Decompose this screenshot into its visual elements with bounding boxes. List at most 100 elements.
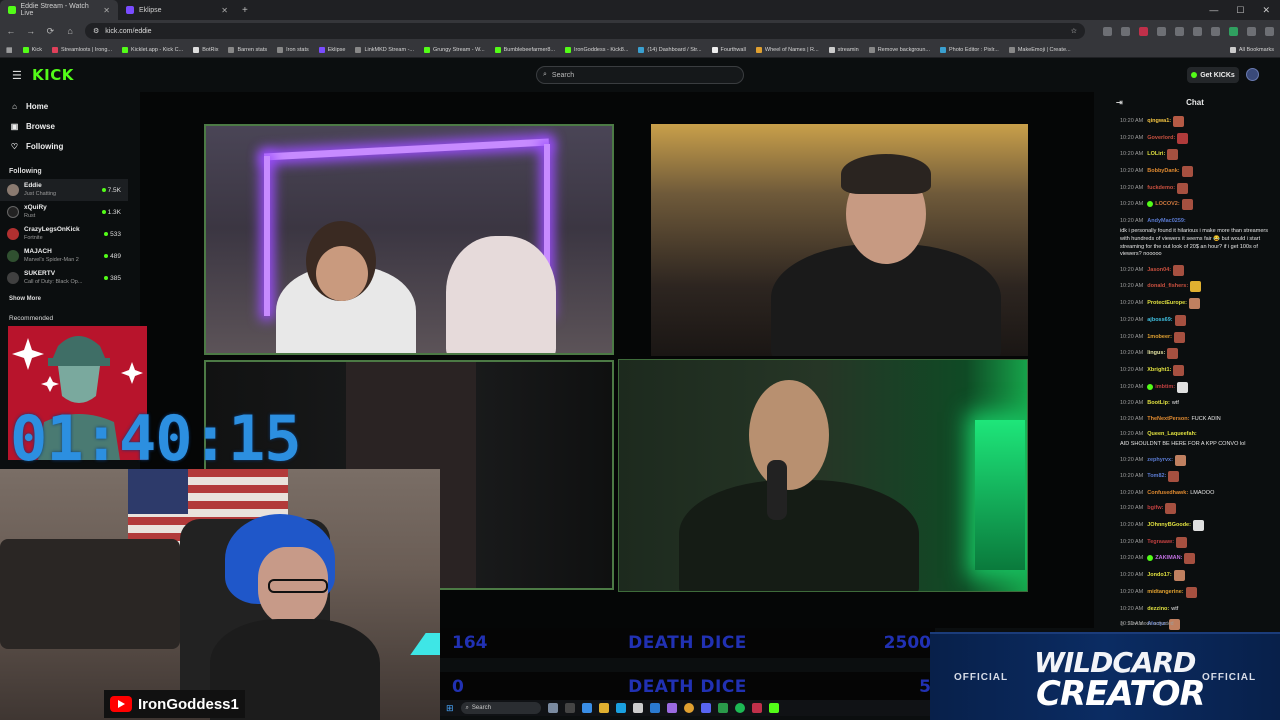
chat-username[interactable]: bgifw: bbox=[1147, 505, 1163, 513]
bookmark-item[interactable]: Wheel of Names | R... bbox=[755, 46, 819, 53]
followed-channel-crazylegs[interactable]: CrazyLegsOnKick Fortnite 533 bbox=[0, 223, 128, 245]
bookmark-item[interactable]: Remove backgroun... bbox=[868, 46, 930, 53]
taskbar-app-icon[interactable] bbox=[581, 703, 592, 713]
windows-start-icon[interactable]: ⊞ bbox=[446, 703, 454, 714]
bookmark-item[interactable]: Kicklet.app - Kick C... bbox=[121, 46, 183, 53]
followed-channel-eddie[interactable]: Eddie Just Chatting 7.5K bbox=[0, 179, 128, 201]
folder-icon[interactable] bbox=[598, 703, 609, 713]
chat-username[interactable]: Jason04: bbox=[1147, 267, 1171, 275]
chat-username[interactable]: JOhnnyBGoode: bbox=[1147, 522, 1191, 530]
new-tab-button[interactable]: + bbox=[236, 5, 254, 16]
get-kicks-button[interactable]: Get KICKs bbox=[1187, 67, 1239, 83]
chat-username[interactable]: BootLip: bbox=[1147, 400, 1170, 408]
apps-icon[interactable]: ▦ bbox=[6, 46, 13, 54]
taskbar-app-icon[interactable] bbox=[666, 703, 677, 713]
taskbar-app-icon[interactable] bbox=[649, 703, 660, 713]
chat-username[interactable]: lingus: bbox=[1147, 350, 1165, 358]
bookmark-item[interactable]: streamin bbox=[828, 46, 859, 53]
chat-username[interactable]: ProtectEurope: bbox=[1147, 300, 1187, 308]
extension-icon[interactable] bbox=[1139, 26, 1148, 36]
followed-channel-majach[interactable]: MAJACH Marvel's Spider-Man 2 489 bbox=[0, 245, 128, 267]
extension-icon[interactable] bbox=[1229, 26, 1238, 36]
chat-username[interactable]: ajboss69: bbox=[1147, 317, 1172, 325]
chat-username[interactable]: donald_fishers: bbox=[1147, 283, 1188, 291]
maximize-icon[interactable]: ☐ bbox=[1236, 5, 1244, 16]
taskbar-app-icon[interactable] bbox=[547, 703, 558, 713]
bookmark-item[interactable]: IronGoddess - Kick8... bbox=[565, 46, 628, 53]
bookmark-item[interactable]: Streamloots | Irong... bbox=[52, 46, 112, 53]
chat-username[interactable]: Xbright1: bbox=[1147, 367, 1171, 375]
chat-username[interactable]: imbtim: bbox=[1155, 384, 1175, 392]
sidebar-item-following[interactable]: ♡ Following bbox=[0, 136, 128, 156]
spotify-icon[interactable] bbox=[734, 703, 745, 713]
extension-icon[interactable] bbox=[1121, 26, 1130, 36]
kick-app-icon[interactable] bbox=[768, 703, 779, 713]
forward-icon[interactable]: → bbox=[26, 26, 36, 36]
tab-close-icon[interactable]: ✕ bbox=[221, 6, 228, 15]
bookmark-item[interactable]: Kick bbox=[22, 46, 42, 53]
search-input[interactable]: ⌕ Search bbox=[536, 66, 744, 84]
bookmark-item[interactable]: BotRix bbox=[193, 46, 218, 53]
xbox-icon[interactable] bbox=[717, 703, 728, 713]
bookmark-item[interactable]: Barren stats bbox=[228, 46, 267, 53]
bookmark-item[interactable]: Eklipse bbox=[318, 46, 345, 53]
bookmark-item[interactable]: MakeEmoji | Create... bbox=[1008, 46, 1071, 53]
all-bookmarks-button[interactable]: All Bookmarks bbox=[1229, 46, 1274, 53]
chat-username[interactable]: zephyrvx: bbox=[1147, 457, 1173, 465]
chat-username[interactable]: dezzino: bbox=[1147, 606, 1169, 614]
tab-eddie-stream[interactable]: Eddie Stream - Watch Live ✕ bbox=[0, 0, 118, 20]
extension-icon[interactable] bbox=[1211, 26, 1220, 36]
extension-icon[interactable] bbox=[1265, 26, 1274, 36]
bookmark-item[interactable]: Grungy Stream - W... bbox=[423, 46, 485, 53]
bookmark-item[interactable]: Iron stats bbox=[277, 46, 309, 53]
chat-username[interactable]: Jondo17: bbox=[1147, 572, 1171, 580]
chat-message-list[interactable]: 10:20 AM qingwa1: 10:20 AM Goverlord: 10:20 … bbox=[1110, 112, 1280, 631]
bookmark-star-icon[interactable]: ☆ bbox=[1071, 27, 1077, 35]
taskbar-app-icon[interactable] bbox=[751, 703, 762, 713]
chat-username[interactable]: 1mobeer: bbox=[1147, 334, 1172, 342]
followed-channel-xquiry[interactable]: xQuiRy Rust 1.3K bbox=[0, 201, 128, 223]
chat-username[interactable]: qingwa1: bbox=[1147, 118, 1171, 126]
extension-icon[interactable] bbox=[1157, 26, 1166, 36]
tab-close-icon[interactable]: ✕ bbox=[103, 6, 110, 15]
bookmark-item[interactable]: Fourthwall bbox=[711, 46, 746, 53]
extension-icon[interactable] bbox=[1247, 26, 1256, 36]
chat-username[interactable]: BobbyDank: bbox=[1147, 168, 1179, 176]
menu-icon[interactable]: ☰ bbox=[12, 69, 26, 82]
reload-icon[interactable]: ⟳ bbox=[46, 26, 56, 37]
chat-username[interactable]: fuckdemo: bbox=[1147, 185, 1175, 193]
bookmark-item[interactable]: LinkMKD Stream -... bbox=[355, 46, 414, 53]
chat-username[interactable]: Confusedhawk: bbox=[1147, 490, 1188, 498]
taskbar-app-icon[interactable] bbox=[632, 703, 643, 713]
kick-logo[interactable]: KICK bbox=[32, 66, 74, 84]
close-window-icon[interactable]: ✕ bbox=[1262, 5, 1270, 16]
collapse-chat-icon[interactable]: ⇥ bbox=[1116, 98, 1123, 107]
chrome-icon[interactable] bbox=[683, 703, 694, 713]
chat-username[interactable]: TheNextPerson: bbox=[1147, 416, 1189, 424]
taskbar-search[interactable]: ⌕ Search bbox=[460, 702, 541, 714]
sidebar-item-home[interactable]: ⌂ Home bbox=[0, 96, 128, 116]
show-more-button[interactable]: Show More bbox=[0, 289, 128, 309]
discord-icon[interactable] bbox=[700, 703, 711, 713]
extension-icon[interactable] bbox=[1103, 26, 1112, 36]
site-info-icon[interactable]: ⚙ bbox=[93, 27, 99, 35]
back-icon[interactable]: ← bbox=[6, 26, 16, 36]
extension-icon[interactable] bbox=[1175, 26, 1184, 36]
edge-icon[interactable] bbox=[615, 703, 626, 713]
chat-username[interactable]: midtangerine: bbox=[1147, 589, 1183, 597]
followed-channel-sukertv[interactable]: SUKERTV Call of Duty: Black Op... 385 bbox=[0, 267, 128, 289]
chat-username[interactable]: Tegraaaw: bbox=[1147, 539, 1174, 547]
sidebar-item-browse[interactable]: ▣ Browse bbox=[0, 116, 128, 136]
taskbar-app-icon[interactable] bbox=[564, 703, 575, 713]
address-bar[interactable]: ⚙ kick.com/eddie ☆ bbox=[85, 23, 1085, 39]
chat-username[interactable]: ZAKIMAN: bbox=[1155, 555, 1182, 563]
user-avatar[interactable] bbox=[1246, 68, 1259, 81]
extension-icon[interactable] bbox=[1193, 26, 1202, 36]
chat-username[interactable]: Goverlord: bbox=[1147, 135, 1175, 143]
tab-eklipse[interactable]: Eklipse ✕ bbox=[118, 0, 236, 20]
chat-username[interactable]: AndyMac0259: bbox=[1147, 218, 1186, 226]
chat-username[interactable]: Tom82: bbox=[1147, 473, 1166, 481]
bookmark-item[interactable]: (14) Dashboard / Str... bbox=[638, 46, 702, 53]
minimize-icon[interactable]: — bbox=[1209, 5, 1218, 16]
chat-username[interactable]: Queen_Laqueefah: bbox=[1147, 431, 1197, 439]
